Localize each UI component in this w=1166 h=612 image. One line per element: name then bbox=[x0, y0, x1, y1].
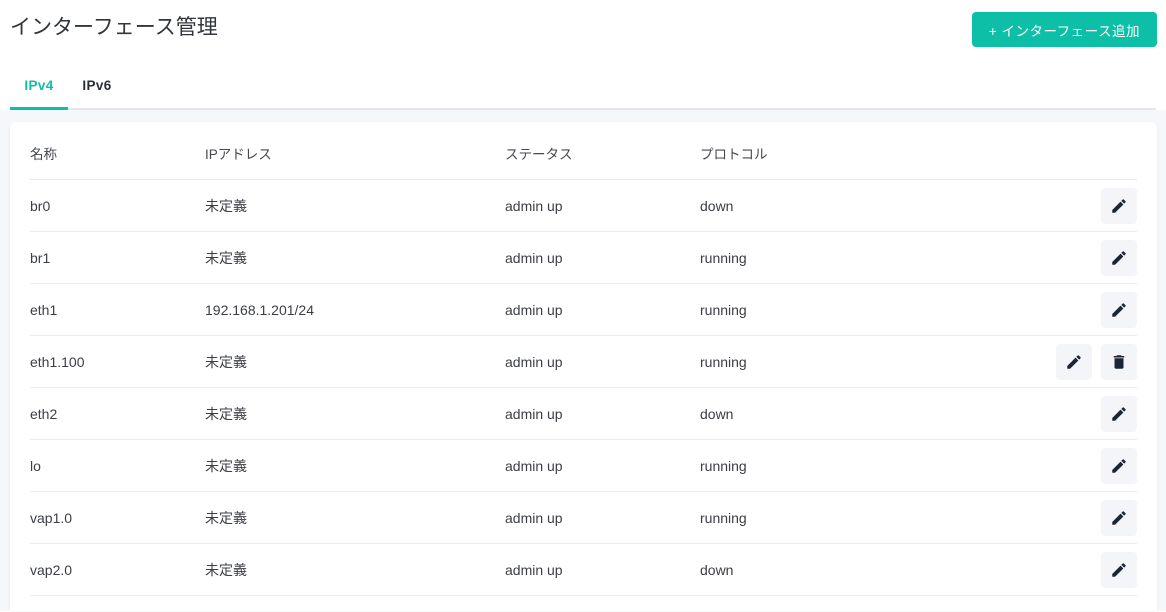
cell-interface-name: vap1.0 bbox=[30, 491, 205, 544]
cell-actions bbox=[1042, 491, 1137, 544]
cell-protocol: running bbox=[700, 439, 1042, 492]
content-area: 名称 IPアドレス ステータス プロトコル br0 未定義 admin up d… bbox=[0, 110, 1166, 611]
table-header-row: 名称 IPアドレス ステータス プロトコル bbox=[30, 122, 1137, 180]
column-header-status: ステータス bbox=[505, 122, 700, 180]
cell-interface-name: vap2.0 bbox=[30, 543, 205, 596]
cell-interface-name: lo bbox=[30, 439, 205, 492]
table-row: eth1.100 未定義 admin up running bbox=[30, 335, 1137, 388]
pencil-icon bbox=[1110, 561, 1128, 579]
cell-interface-name: eth1.100 bbox=[30, 335, 205, 388]
tab-ipv4[interactable]: IPv4 bbox=[10, 66, 68, 110]
cell-protocol: down bbox=[700, 543, 1042, 596]
column-header-actions bbox=[1042, 122, 1137, 180]
table-row: eth2 未定義 admin up down bbox=[30, 387, 1137, 440]
cell-actions bbox=[1042, 387, 1137, 440]
cell-ip-address: 未定義 bbox=[205, 543, 505, 596]
pencil-icon bbox=[1065, 353, 1083, 371]
edit-button[interactable] bbox=[1101, 447, 1137, 484]
cell-status: admin up bbox=[505, 231, 700, 284]
delete-button[interactable] bbox=[1101, 343, 1137, 380]
cell-status: admin up bbox=[505, 283, 700, 336]
trash-icon bbox=[1110, 353, 1128, 371]
cell-actions bbox=[1042, 439, 1137, 492]
cell-status: admin up bbox=[505, 439, 700, 492]
cell-status: admin up bbox=[505, 335, 700, 388]
cell-status: admin up bbox=[505, 387, 700, 440]
cell-actions bbox=[1042, 231, 1137, 284]
cell-actions bbox=[1042, 543, 1137, 596]
add-interface-button[interactable]: + インターフェース追加 bbox=[971, 12, 1157, 47]
interface-table-card: 名称 IPアドレス ステータス プロトコル br0 未定義 admin up d… bbox=[10, 122, 1157, 611]
table-row: br1 未定義 admin up running bbox=[30, 231, 1137, 284]
edit-button[interactable] bbox=[1056, 343, 1092, 380]
edit-button[interactable] bbox=[1101, 239, 1137, 276]
cell-status: admin up bbox=[505, 491, 700, 544]
column-header-ip: IPアドレス bbox=[205, 122, 505, 180]
interface-table: 名称 IPアドレス ステータス プロトコル br0 未定義 admin up d… bbox=[30, 122, 1137, 596]
tab-ipv6[interactable]: IPv6 bbox=[68, 66, 126, 108]
table-row: eth1 192.168.1.201/24 admin up running bbox=[30, 283, 1137, 336]
pencil-icon bbox=[1110, 197, 1128, 215]
column-header-name: 名称 bbox=[30, 122, 205, 180]
table-row: lo 未定義 admin up running bbox=[30, 439, 1137, 492]
cell-status: admin up bbox=[505, 179, 700, 232]
cell-actions bbox=[1042, 283, 1137, 336]
edit-button[interactable] bbox=[1101, 499, 1137, 536]
pencil-icon bbox=[1110, 457, 1128, 475]
cell-ip-address: 未定義 bbox=[205, 231, 505, 284]
cell-ip-address: 未定義 bbox=[205, 491, 505, 544]
edit-button[interactable] bbox=[1101, 551, 1137, 588]
cell-protocol: running bbox=[700, 283, 1042, 336]
cell-actions bbox=[1042, 179, 1137, 232]
cell-ip-address: 未定義 bbox=[205, 335, 505, 388]
cell-protocol: running bbox=[700, 491, 1042, 544]
cell-protocol: running bbox=[700, 335, 1042, 388]
cell-interface-name: eth1 bbox=[30, 283, 205, 336]
table-row: vap2.0 未定義 admin up down bbox=[30, 543, 1137, 596]
table-body: br0 未定義 admin up down br1 未定義 admin up r… bbox=[30, 179, 1137, 596]
tab-bar: IPv4 IPv6 bbox=[10, 66, 1156, 110]
edit-button[interactable] bbox=[1101, 395, 1137, 432]
cell-interface-name: eth2 bbox=[30, 387, 205, 440]
cell-interface-name: br0 bbox=[30, 179, 205, 232]
cell-ip-address: 未定義 bbox=[205, 387, 505, 440]
pencil-icon bbox=[1110, 405, 1128, 423]
pencil-icon bbox=[1110, 509, 1128, 527]
edit-button[interactable] bbox=[1101, 291, 1137, 328]
edit-button[interactable] bbox=[1101, 187, 1137, 224]
page-header: インターフェース管理 + インターフェース追加 IPv4 IPv6 bbox=[0, 0, 1166, 110]
cell-protocol: down bbox=[700, 387, 1042, 440]
cell-interface-name: br1 bbox=[30, 231, 205, 284]
pencil-icon bbox=[1110, 301, 1128, 319]
cell-protocol: down bbox=[700, 179, 1042, 232]
cell-ip-address: 未定義 bbox=[205, 439, 505, 492]
cell-actions bbox=[1042, 335, 1137, 388]
pencil-icon bbox=[1110, 249, 1128, 267]
cell-status: admin up bbox=[505, 543, 700, 596]
table-row: vap1.0 未定義 admin up running bbox=[30, 491, 1137, 544]
table-row: br0 未定義 admin up down bbox=[30, 179, 1137, 232]
cell-ip-address: 未定義 bbox=[205, 179, 505, 232]
cell-ip-address: 192.168.1.201/24 bbox=[205, 283, 505, 336]
column-header-protocol: プロトコル bbox=[700, 122, 1042, 180]
cell-protocol: running bbox=[700, 231, 1042, 284]
